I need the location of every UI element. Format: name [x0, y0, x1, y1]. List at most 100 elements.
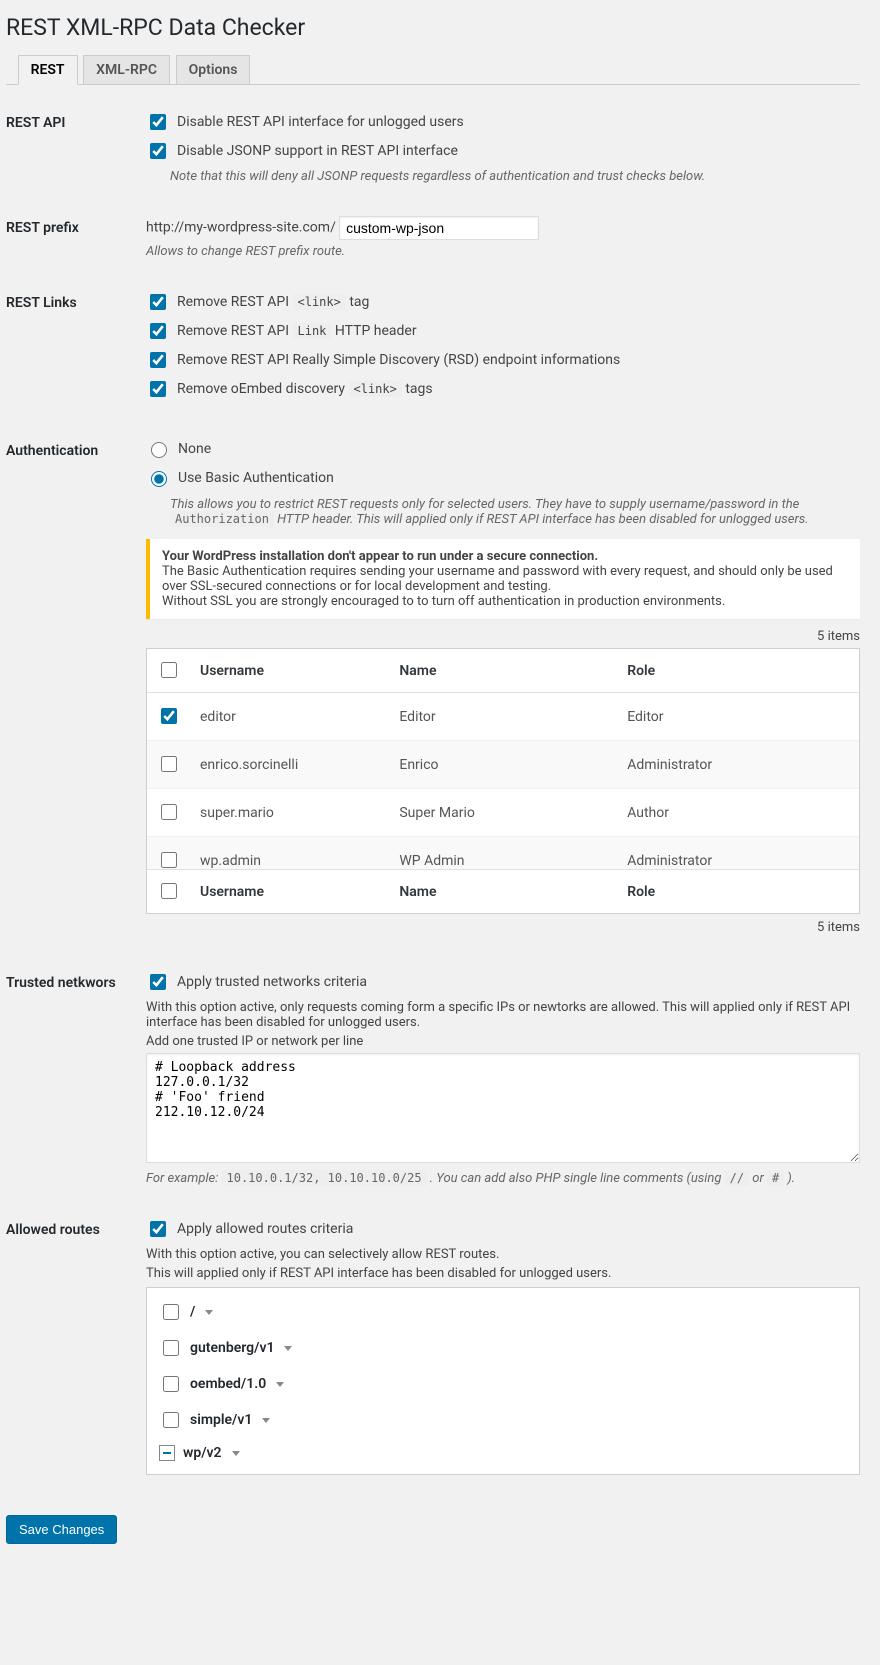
route-cb[interactable] [163, 1304, 179, 1320]
cb-disable-rest-label: Disable REST API interface for unlogged … [177, 114, 464, 130]
ssl-warning-l1: The Basic Authentication requires sendin… [162, 564, 833, 594]
auth-desc-pre: This allows you to restrict REST request… [170, 497, 799, 512]
row-cb[interactable] [161, 756, 177, 772]
ssl-warning: Your WordPress installation don't appear… [146, 539, 860, 619]
col-name-bottom[interactable]: Name [389, 870, 617, 914]
trusted-ex-post: ). [787, 1171, 795, 1186]
cb-rest-link-3[interactable]: Remove oEmbed discovery <link> tags [146, 378, 433, 400]
route-cb[interactable] [163, 1376, 179, 1392]
section-rest-links-heading: REST Links [6, 277, 146, 425]
tab-options[interactable]: Options [176, 55, 251, 84]
radio-auth-basic[interactable]: Use Basic Authentication [146, 468, 334, 487]
rest-prefix-desc: Allows to change REST prefix route. [146, 244, 860, 259]
cb-trusted-label: Apply trusted networks criteria [177, 974, 367, 990]
routes-desc1: With this option active, you can selecti… [146, 1247, 860, 1262]
trusted-ex-code: 10.10.0.1/32, 10.10.10.0/25 [222, 1170, 427, 1186]
cb-rest-link-3-input[interactable] [150, 381, 166, 397]
radio-auth-none-label: None [178, 441, 211, 457]
users-scroll[interactable]: editorEditorEditorenrico.sorcinelliEnric… [147, 693, 859, 869]
trusted-ex-pre: For example: [146, 1171, 222, 1186]
trusted-desc2: Add one trusted IP or network per line [146, 1034, 860, 1049]
cb-routes[interactable]: Apply allowed routes criteria [146, 1218, 353, 1240]
page-title: REST XML-RPC Data Checker [6, 14, 860, 41]
auth-desc-post: HTTP header. This will applied only if R… [277, 512, 808, 527]
rest-prefix-input[interactable] [339, 216, 539, 240]
route-item[interactable]: gutenberg/v1 [151, 1330, 855, 1366]
route-label: wp/v2 [183, 1445, 222, 1461]
radio-auth-none[interactable]: None [146, 439, 211, 458]
route-label: simple/v1 [190, 1412, 252, 1428]
cb-disable-rest-input[interactable] [150, 114, 166, 130]
cell-username: editor [190, 693, 389, 741]
row-cb[interactable] [161, 708, 177, 724]
col-role-bottom[interactable]: Role [617, 870, 859, 914]
cell-role: Administrator [617, 837, 859, 870]
code-snippet: Link [293, 323, 332, 339]
cb-rest-link-2-input[interactable] [150, 352, 166, 368]
cb-rest-link-3-label: Remove oEmbed discovery <link> tags [177, 381, 433, 397]
route-item[interactable]: simple/v1 [151, 1402, 855, 1438]
code-snippet: <link> [349, 381, 402, 397]
route-cb[interactable] [163, 1340, 179, 1356]
cb-routes-label: Apply allowed routes criteria [177, 1221, 353, 1237]
cb-rest-link-0-input[interactable] [150, 294, 166, 310]
save-button[interactable]: Save Changes [6, 1515, 117, 1544]
chevron-down-icon[interactable] [284, 1346, 292, 1351]
trusted-ex-mid: . You can add also PHP single line comme… [430, 1171, 725, 1186]
radio-auth-none-input[interactable] [151, 442, 167, 458]
cb-disable-jsonp-input[interactable] [150, 143, 166, 159]
users-count-top: 5 items [146, 629, 860, 644]
route-label: oembed/1.0 [190, 1376, 266, 1392]
section-routes-heading: Allowed routes [6, 1204, 146, 1493]
trusted-ex-c2: # [767, 1170, 784, 1186]
tab-rest[interactable]: REST [18, 55, 78, 85]
route-label: gutenberg/v1 [190, 1340, 274, 1356]
col-username-top[interactable]: Username [190, 649, 389, 693]
radio-auth-basic-input[interactable] [151, 471, 167, 487]
route-label: / [190, 1304, 195, 1320]
cb-disable-rest[interactable]: Disable REST API interface for unlogged … [146, 111, 464, 133]
cb-disable-jsonp-label: Disable JSONP support in REST API interf… [177, 143, 458, 159]
cell-name: Enrico [389, 741, 617, 789]
cell-role: Administrator [617, 741, 859, 789]
route-cb[interactable] [163, 1412, 179, 1428]
cb-select-all-top[interactable] [161, 662, 177, 678]
cb-rest-link-0[interactable]: Remove REST API <link> tag [146, 291, 369, 313]
row-cb[interactable] [161, 804, 177, 820]
chevron-down-icon[interactable] [262, 1418, 270, 1423]
trusted-ex-mid2: or [752, 1171, 767, 1186]
row-cb[interactable] [161, 852, 177, 868]
cb-select-all-bottom[interactable] [161, 883, 177, 899]
auth-desc-code: Authorization [170, 511, 274, 527]
cb-trusted[interactable]: Apply trusted networks criteria [146, 971, 367, 993]
chevron-down-icon[interactable] [232, 1451, 240, 1456]
route-cb-indeterminate[interactable] [159, 1445, 175, 1461]
cb-rest-link-2-label: Remove REST API Really Simple Discovery … [177, 352, 620, 368]
cb-rest-link-1[interactable]: Remove REST API Link HTTP header [146, 320, 417, 342]
cell-role: Author [617, 789, 859, 837]
trusted-textarea[interactable] [146, 1053, 860, 1163]
cb-rest-link-2[interactable]: Remove REST API Really Simple Discovery … [146, 349, 620, 371]
tab-xml-rpc[interactable]: XML-RPC [83, 55, 170, 84]
section-auth-heading: Authentication [6, 425, 146, 957]
cb-disable-jsonp[interactable]: Disable JSONP support in REST API interf… [146, 140, 458, 162]
cell-name: Super Mario [389, 789, 617, 837]
cb-rest-link-1-input[interactable] [150, 323, 166, 339]
table-row: enrico.sorcinelliEnricoAdministrator [147, 741, 859, 789]
cell-name: WP Admin [389, 837, 617, 870]
col-role-top[interactable]: Role [617, 649, 859, 693]
section-trusted-heading: Trusted netkwors [6, 957, 146, 1204]
route-item[interactable]: wp/v2 [151, 1438, 855, 1468]
chevron-down-icon[interactable] [205, 1310, 213, 1315]
chevron-down-icon[interactable] [276, 1382, 284, 1387]
route-item[interactable]: / [151, 1294, 855, 1330]
col-username-bottom[interactable]: Username [190, 870, 389, 914]
table-row: super.marioSuper MarioAuthor [147, 789, 859, 837]
cb-routes-input[interactable] [150, 1221, 166, 1237]
cb-trusted-input[interactable] [150, 974, 166, 990]
rest-api-note: Note that this will deny all JSONP reque… [170, 169, 860, 184]
trusted-desc1: With this option active, only requests c… [146, 1000, 860, 1030]
col-name-top[interactable]: Name [389, 649, 617, 693]
ssl-warning-strong: Your WordPress installation don't appear… [162, 549, 598, 564]
route-item[interactable]: oembed/1.0 [151, 1366, 855, 1402]
